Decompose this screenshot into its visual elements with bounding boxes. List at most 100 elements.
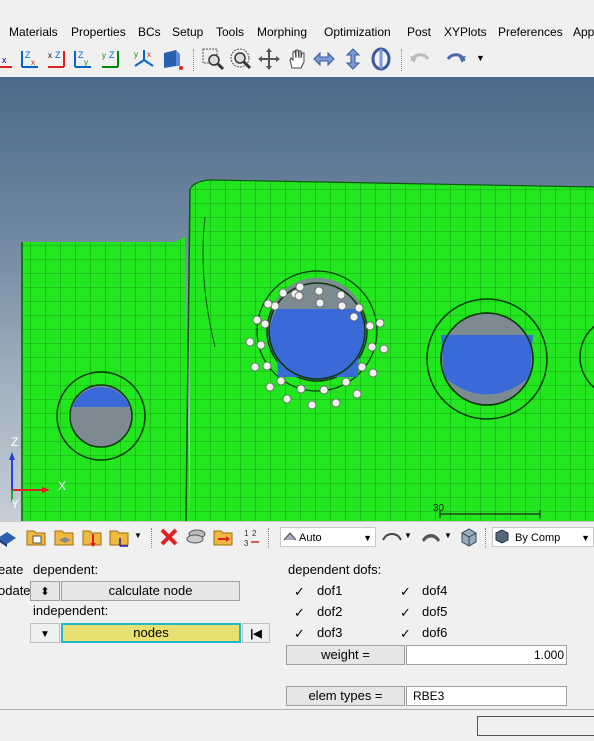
dof6-checkbox[interactable]: ✓ [400,627,413,640]
dropdown-arrow-icon: ▼ [363,533,372,543]
graphics-viewport[interactable]: Z X Y 30 [0,77,594,521]
create-radio-label[interactable]: eate [0,562,23,577]
horizontal-arrows-icon[interactable] [312,47,336,71]
cube-icon[interactable] [458,526,480,548]
menu-setup[interactable]: Setup [172,25,203,39]
dof3-checkbox[interactable]: ✓ [294,627,307,640]
dof2-checkbox[interactable]: ✓ [294,606,307,619]
redo-icon[interactable] [444,47,468,71]
view-zy-icon[interactable]: Zy [71,47,95,71]
redo-dropdown-icon[interactable]: ▼ [476,53,485,63]
view-toolbar: x Zx xZ Zy yZ yx ▼ [0,43,594,77]
pan-icon[interactable] [285,47,309,71]
svg-text:2: 2 [252,529,257,538]
menu-properties[interactable]: Properties [71,25,126,39]
nodes-selector[interactable]: nodes [61,623,241,643]
dof5-label: dof5 [422,604,448,619]
view-xz-icon[interactable]: xZ [44,47,68,71]
menu-optimization[interactable]: Optimization [324,25,391,39]
elem-types-button[interactable]: elem types = [286,686,405,706]
reset-icon: |◀ [250,628,262,640]
calculate-node-button[interactable]: calculate node [61,581,240,601]
svg-text:y: y [102,51,106,60]
vertical-arrows-icon[interactable] [341,47,365,71]
dropdown-arrow-icon: ▼ [40,629,50,640]
dof6-label: dof6 [422,625,448,640]
folder-dropdown-icon[interactable]: ▼ [134,531,142,540]
delete-icon[interactable] [158,526,180,548]
up-down-icon: ⬍ [40,586,50,598]
zoom-circle-icon[interactable] [229,47,253,71]
menu-post[interactable]: Post [407,25,431,39]
menu-morphing[interactable]: Morphing [257,25,307,39]
svg-text:y: y [134,50,138,59]
surface-dropdown-icon[interactable]: ▼ [444,531,452,540]
svg-text:3: 3 [244,539,249,548]
shading-dropdown-icon[interactable]: ▼ [404,531,412,540]
menu-bar: Materials Properties BCs Setup Tools Mor… [0,22,594,43]
dof4-checkbox[interactable]: ✓ [400,585,413,598]
zoom-icon[interactable] [201,47,225,71]
update-radio-label[interactable]: odate [0,583,31,598]
reset-selection-button[interactable]: |◀ [242,623,270,643]
component-icon[interactable] [0,526,18,548]
svg-text:y: y [84,58,88,67]
folder-icon[interactable] [25,526,47,548]
undo-icon[interactable] [408,47,432,71]
shading-icon[interactable] [381,526,403,548]
dof1-label: dof1 [317,583,343,598]
dependent-label: dependent: [33,562,99,577]
shaded-surface-icon[interactable] [420,526,442,548]
dependent-dofs-label: dependent dofs: [288,562,382,577]
menu-bcs[interactable]: BCs [138,25,161,39]
status-bar [0,709,594,741]
weight-button[interactable]: weight = [286,645,405,665]
duplicate-icon[interactable] [185,526,207,548]
menu-app[interactable]: App [573,25,594,39]
menu-preferences[interactable]: Preferences [498,25,563,39]
dof2-label: dof2 [317,604,343,619]
mesh-model [9,179,594,521]
dof4-label: dof4 [422,583,448,598]
svg-text:1: 1 [244,529,249,538]
spin-icon[interactable] [369,47,393,71]
triad-z-label: Z [11,435,19,449]
view-zx-icon[interactable]: Zx [18,47,42,71]
auto-label: Auto [299,532,322,544]
svg-text:x: x [147,50,151,59]
menu-xyplots[interactable]: XYPlots [444,25,487,39]
system-folder-icon[interactable] [108,526,130,548]
dependent-selector-toggle[interactable]: ⬍ [30,581,60,601]
view-save-icon[interactable] [160,47,184,71]
menu-tools[interactable]: Tools [216,25,244,39]
dof5-checkbox[interactable]: ✓ [400,606,413,619]
by-comp-icon [495,529,509,544]
rotate-icon[interactable] [257,47,281,71]
triad-x-label: X [58,479,67,493]
dropdown-arrow-icon: ▼ [581,533,590,543]
triad-y-label: Y [11,497,20,511]
panel-toolbar: ▼ 123 Auto ▼ ▼ ▼ By Comp ▼ [0,521,594,552]
view-iso-icon[interactable]: yx [132,47,156,71]
svg-text:x: x [2,55,7,65]
weight-field[interactable]: 1.000 [406,645,567,665]
numbering-icon[interactable]: 1 23 [241,526,263,548]
independent-label: independent: [33,603,109,618]
dof1-checkbox[interactable]: ✓ [294,585,307,598]
independent-selector-toggle[interactable]: ▼ [30,623,60,643]
load-folder-icon[interactable] [81,526,103,548]
mesh-folder-icon[interactable] [53,526,75,548]
view-x-icon[interactable]: x [0,47,18,71]
dof3-label: dof3 [317,625,343,640]
svg-text:x: x [48,51,52,60]
scale-label: 30 [433,503,445,514]
view-yz-icon[interactable]: yZ [98,47,122,71]
status-field [477,716,594,736]
bycomp-label: By Comp [515,532,561,544]
svg-text:x: x [31,58,35,67]
svg-text:Z: Z [109,50,115,60]
svg-text:Z: Z [55,50,61,60]
elem-types-field[interactable]: RBE3 [406,686,567,706]
menu-materials[interactable]: Materials [9,25,58,39]
organize-folder-icon[interactable] [212,526,234,548]
